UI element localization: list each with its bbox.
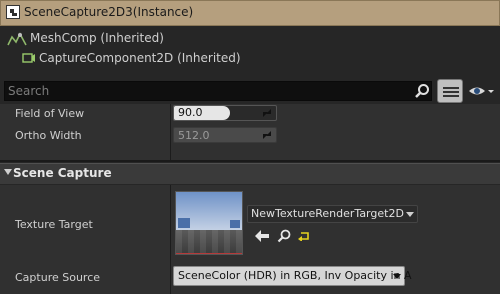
texture-target-label: Texture Target xyxy=(15,218,93,231)
search-placeholder: Search xyxy=(8,84,50,98)
thumbnail-floor xyxy=(176,230,242,254)
actor-icon xyxy=(6,5,20,19)
thumbnail-object xyxy=(230,220,240,228)
mesh-component-icon xyxy=(7,32,27,46)
column-separator xyxy=(170,104,171,160)
thumbnail-object xyxy=(178,218,190,228)
list-icon xyxy=(443,85,459,97)
view-options-button[interactable] xyxy=(437,79,463,103)
tree-item-meshcomp[interactable]: MeshComp (Inherited) xyxy=(30,31,164,45)
capture-source-value: SceneColor (HDR) in RGB, Inv Opacity in … xyxy=(178,269,412,282)
tree-item-capturecomponent2d[interactable]: CaptureComponent2D (Inherited) xyxy=(39,51,241,65)
search-icon[interactable] xyxy=(414,83,430,99)
column-separator xyxy=(170,185,171,294)
expand-arrows-icon xyxy=(263,109,271,117)
eye-icon[interactable] xyxy=(468,83,494,99)
chevron-down-icon xyxy=(393,274,401,279)
ortho-width-value: 512.0 xyxy=(178,129,210,142)
texture-thumbnail[interactable] xyxy=(175,191,243,255)
collapse-arrow-icon[interactable] xyxy=(4,169,12,175)
field-of-view-value: 90.0 xyxy=(178,106,203,119)
chevron-down-icon xyxy=(406,212,414,217)
capture-source-label: Capture Source xyxy=(15,271,101,284)
field-of-view-label: Field of View xyxy=(15,107,85,120)
ortho-width-label: Ortho Width xyxy=(15,129,82,142)
reset-to-default-icon[interactable] xyxy=(298,231,310,241)
expand-arrows-icon xyxy=(263,131,271,139)
search-input[interactable] xyxy=(4,81,432,101)
texture-target-value: NewTextureRenderTarget2D xyxy=(251,207,404,220)
actor-title: SceneCapture2D3(Instance) xyxy=(24,5,194,19)
section-divider xyxy=(0,160,500,162)
category-title: Scene Capture xyxy=(13,166,112,180)
use-selected-arrow-icon[interactable] xyxy=(255,230,269,242)
thumbnail-asset-bar xyxy=(176,253,242,254)
capture-component-icon xyxy=(22,53,35,63)
browse-magnifier-icon[interactable] xyxy=(277,229,291,243)
